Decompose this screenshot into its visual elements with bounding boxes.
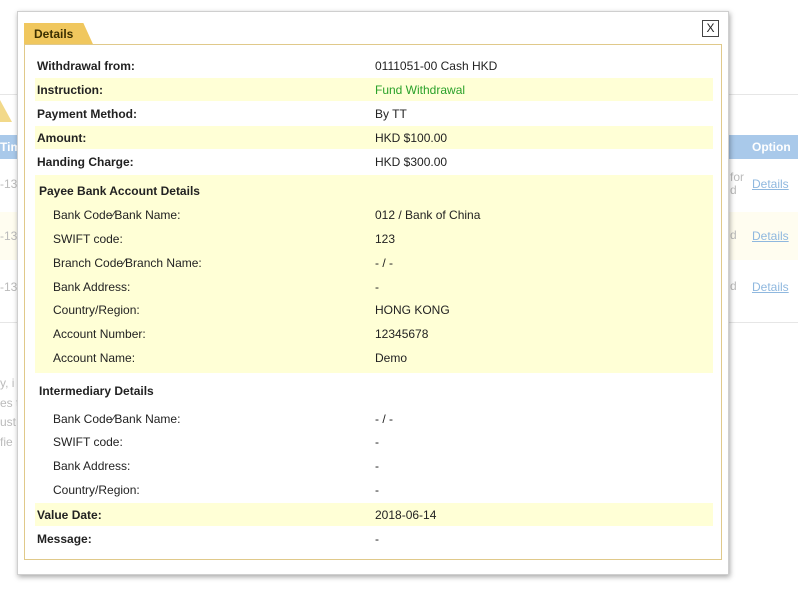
field-label: Amount: xyxy=(37,131,87,145)
background-tab-notch xyxy=(0,100,12,122)
field-value: 2018-06-14 xyxy=(375,508,437,522)
section-title: Payee Bank Account Details xyxy=(39,184,200,198)
background-details-link[interactable]: Details xyxy=(752,280,789,294)
field-label: Message: xyxy=(37,532,92,546)
field-label: Bank Code∕Bank Name: xyxy=(53,208,181,222)
field-label: Account Name: xyxy=(53,351,136,365)
field-value: 0111051-00 Cash HKD xyxy=(375,59,498,73)
intermediary-row-bank-code: Bank Code∕Bank Name: - / - xyxy=(35,408,713,430)
field-row-amount: Amount: HKD $100.00 xyxy=(35,126,713,149)
payee-row-branch: Branch Code∕Branch Name: - / - xyxy=(35,252,713,274)
field-label: Instruction: xyxy=(37,83,103,97)
field-value: - xyxy=(375,435,379,449)
payee-row-swift: SWIFT code: 123 xyxy=(35,228,713,250)
background-row-status: for d xyxy=(730,170,745,197)
field-row-withdrawal-from: Withdrawal from: 0111051-00 Cash HKD xyxy=(35,54,713,77)
details-dialog: Details X Withdrawal from: 0111051-00 Ca… xyxy=(17,11,729,575)
field-label: Handing Charge: xyxy=(37,155,134,169)
field-label: Payment Method: xyxy=(37,107,138,121)
field-value: 012 / Bank of China xyxy=(375,208,481,222)
field-value: Demo xyxy=(375,351,408,365)
background-note: y, i xyxy=(0,376,15,390)
field-label: SWIFT code: xyxy=(53,232,123,246)
field-value: By TT xyxy=(375,107,407,121)
section-title: Intermediary Details xyxy=(39,384,154,398)
field-label: Branch Code∕Branch Name: xyxy=(53,256,202,270)
intermediary-row-bank-address: Bank Address: - xyxy=(35,455,713,477)
field-label: Account Number: xyxy=(53,327,146,341)
field-value: - / - xyxy=(375,256,393,270)
close-button[interactable]: X xyxy=(702,20,719,37)
field-label: SWIFT code: xyxy=(53,435,123,449)
payee-row-account-name: Account Name: Demo xyxy=(35,347,713,369)
field-row-message: Message: - xyxy=(35,527,713,550)
field-value: 12345678 xyxy=(375,327,429,341)
details-panel: Withdrawal from: 0111051-00 Cash HKD Ins… xyxy=(24,44,722,560)
field-label: Withdrawal from: xyxy=(37,59,135,73)
field-value: HONG KONG xyxy=(375,303,450,317)
background-row-date: -13 xyxy=(0,229,18,243)
field-label: Country/Region: xyxy=(53,483,140,497)
background-note: ust xyxy=(0,415,17,429)
background-note: fie xyxy=(0,435,13,449)
field-value: - xyxy=(375,532,379,546)
background-details-link[interactable]: Details xyxy=(752,229,789,243)
intermediary-section: Intermediary Details Bank Code∕Bank Name… xyxy=(35,375,713,500)
background-header-option: Option xyxy=(752,140,791,154)
field-label: Bank Address: xyxy=(53,459,131,473)
field-value: - xyxy=(375,459,379,473)
field-value: - xyxy=(375,483,379,497)
field-value: 123 xyxy=(375,232,396,246)
payee-bank-section: Payee Bank Account Details Bank Code∕Ban… xyxy=(35,175,713,373)
field-value: HKD $300.00 xyxy=(375,155,448,169)
field-row-instruction: Instruction: Fund Withdrawal xyxy=(35,78,713,101)
field-label: Country/Region: xyxy=(53,303,140,317)
field-row-value-date: Value Date: 2018-06-14 xyxy=(35,503,713,526)
field-label: Bank Address: xyxy=(53,280,131,294)
field-value: - / - xyxy=(375,412,393,426)
field-row-payment-method: Payment Method: By TT xyxy=(35,102,713,125)
intermediary-row-swift: SWIFT code: - xyxy=(35,431,713,453)
background-row-status: d xyxy=(730,279,737,293)
field-label: Bank Code∕Bank Name: xyxy=(53,412,181,426)
field-value: HKD $100.00 xyxy=(375,131,448,145)
field-value: - xyxy=(375,280,379,294)
intermediary-row-country: Country/Region: - xyxy=(35,479,713,501)
field-value: Fund Withdrawal xyxy=(375,83,466,97)
payee-row-account-number: Account Number: 12345678 xyxy=(35,323,713,345)
payee-row-country: Country/Region: HONG KONG xyxy=(35,299,713,321)
background-details-link[interactable]: Details xyxy=(752,177,789,191)
field-label: Value Date: xyxy=(37,508,102,522)
background-row-date: -13 xyxy=(0,280,18,294)
payee-row-bank-address: Bank Address: - xyxy=(35,276,713,298)
field-row-handing-charge: Handing Charge: HKD $300.00 xyxy=(35,150,713,173)
dialog-title: Details xyxy=(24,23,93,45)
background-row-date: -13 xyxy=(0,177,18,191)
payee-row-bank-code: Bank Code∕Bank Name: 012 / Bank of China xyxy=(35,204,713,226)
background-row-status: d xyxy=(730,228,737,242)
